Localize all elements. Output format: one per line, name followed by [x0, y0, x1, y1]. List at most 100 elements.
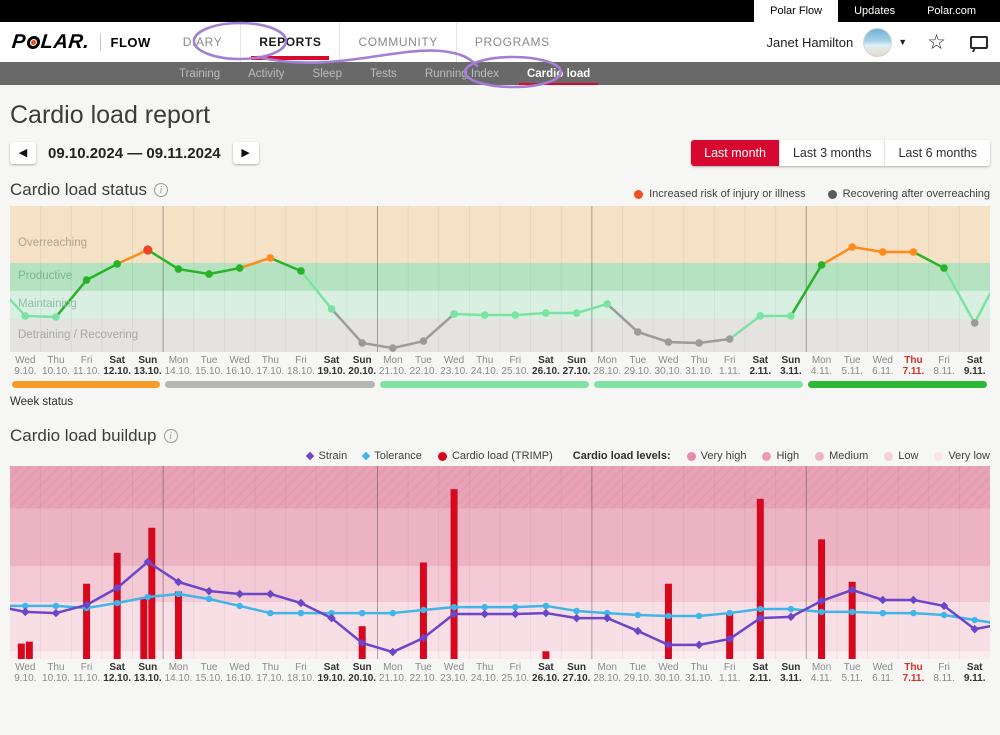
date-navigation: ◀ 09.10.2024 — 09.11.2024 ▶ Last month L… — [10, 140, 990, 166]
nav-item-programs[interactable]: PROGRAMS — [456, 22, 568, 62]
logo-period: . — [82, 31, 90, 54]
week-status-segment — [165, 381, 374, 388]
day-label: Sun20.10. — [347, 355, 378, 377]
day-label: Sat26.10. — [531, 355, 562, 377]
day-label: Tue29.10. — [623, 662, 654, 684]
day-label: Tue15.10. — [194, 662, 225, 684]
week-status-segment — [12, 381, 160, 388]
day-label: Thu7.11. — [898, 662, 929, 684]
day-label: Tue22.10. — [408, 662, 439, 684]
nav-item-community[interactable]: COMMUNITY — [339, 22, 455, 62]
logo-text-rest: LAR — [40, 31, 85, 54]
polar-flow-app: Polar Flow Updates Polar.com P LAR. FLOW … — [0, 0, 1000, 735]
day-label: Sat12.10. — [102, 355, 133, 377]
status-chart-x-axis: Wed9.10.Thu10.10.Fri11.10.Sat12.10.Sun13… — [10, 355, 990, 377]
day-label: Thu24.10. — [469, 355, 500, 377]
avatar[interactable] — [863, 28, 892, 57]
level-low-dot-icon — [884, 452, 893, 461]
nav-item-diary[interactable]: DIARY — [165, 22, 240, 62]
level-very-low-dot-icon — [934, 452, 943, 461]
buildup-section-header: Cardio load buildup i — [10, 426, 990, 446]
subnav-training[interactable]: Training — [165, 62, 234, 85]
injury-risk-dot-icon — [634, 190, 643, 199]
chevron-down-icon[interactable]: ▼ — [898, 37, 907, 47]
day-label: Fri25.10. — [500, 355, 531, 377]
day-label: Fri25.10. — [500, 662, 531, 684]
buildup-chart-x-axis: Wed9.10.Thu10.10.Fri11.10.Sat12.10.Sun13… — [10, 662, 990, 684]
reports-subnav: Training Activity Sleep Tests Running In… — [0, 62, 1000, 85]
toptab-polar-com[interactable]: Polar.com — [911, 0, 992, 22]
day-label: Tue15.10. — [194, 355, 225, 377]
next-period-button[interactable]: ▶ — [233, 142, 259, 164]
last-6-months-button[interactable]: Last 6 months — [884, 140, 990, 166]
subnav-running-index[interactable]: Running Index — [411, 62, 513, 85]
day-label: Thu17.10. — [255, 662, 286, 684]
day-label: Sat2.11. — [745, 662, 776, 684]
day-label: Sun27.10. — [561, 355, 592, 377]
day-label: Fri1.11. — [714, 355, 745, 377]
buildup-section-title: Cardio load buildup i — [10, 426, 178, 446]
toptab-updates[interactable]: Updates — [838, 0, 911, 22]
subnav-tests[interactable]: Tests — [356, 62, 411, 85]
day-label: Sun3.11. — [776, 662, 807, 684]
last-month-button[interactable]: Last month — [691, 140, 779, 166]
day-label: Sat12.10. — [102, 662, 133, 684]
range-button-group: Last month Last 3 months Last 6 months — [691, 140, 990, 166]
day-label: Sat2.11. — [745, 355, 776, 377]
day-label: Tue5.11. — [837, 355, 868, 377]
logo-o-icon — [26, 36, 40, 49]
feedback-bubble-icon[interactable] — [970, 36, 988, 49]
day-label: Sat26.10. — [531, 662, 562, 684]
page-content: Cardio load report ◀ 09.10.2024 — 09.11.… — [0, 101, 1000, 684]
day-label: Mon28.10. — [592, 355, 623, 377]
tolerance-marker-icon — [362, 452, 370, 460]
level-medium-dot-icon — [815, 452, 824, 461]
main-header: P LAR. FLOW DIARY REPORTS COMMUNITY PROGR… — [0, 22, 1000, 62]
site-topbar: Polar Flow Updates Polar.com — [0, 0, 1000, 22]
day-label: Mon21.10. — [378, 662, 409, 684]
day-label: Fri11.10. — [71, 355, 102, 377]
day-label: Sun13.10. — [133, 662, 164, 684]
day-label: Fri8.11. — [929, 662, 960, 684]
favorite-star-icon[interactable]: ☆ — [927, 30, 946, 55]
recovering-dot-icon — [828, 190, 837, 199]
prev-period-button[interactable]: ◀ — [10, 142, 36, 164]
level-very-high-dot-icon — [687, 452, 696, 461]
cardio-load-levels-label: Cardio load levels: — [573, 450, 671, 462]
week-status-segment — [808, 381, 987, 388]
info-icon[interactable]: i — [164, 429, 178, 443]
day-label: Wed9.10. — [10, 662, 41, 684]
day-label: Thu24.10. — [469, 662, 500, 684]
day-label: Mon14.10. — [163, 662, 194, 684]
week-status-segment — [594, 381, 803, 388]
subnav-cardio-load[interactable]: Cardio load — [513, 62, 604, 85]
day-label: Thu10.10. — [41, 355, 72, 377]
day-label: Wed16.10. — [224, 355, 255, 377]
day-label: Mon21.10. — [378, 355, 409, 377]
user-name[interactable]: Janet Hamilton — [767, 35, 854, 50]
buildup-legend: Strain Tolerance Cardio load (TRIMP) Car… — [10, 450, 990, 462]
day-label: Tue29.10. — [623, 355, 654, 377]
status-section-title: Cardio load status i — [10, 180, 168, 200]
day-label: Sat19.10. — [316, 662, 347, 684]
day-label: Wed16.10. — [224, 662, 255, 684]
polar-logo[interactable]: P LAR. — [11, 31, 91, 54]
day-label: Wed30.10. — [653, 662, 684, 684]
toptab-polar-flow[interactable]: Polar Flow — [754, 0, 838, 22]
info-icon[interactable]: i — [154, 183, 168, 197]
nav-item-reports[interactable]: REPORTS — [240, 22, 339, 62]
user-area: Janet Hamilton ▼ ☆ — [767, 22, 988, 62]
cardio-load-buildup-chart — [10, 466, 990, 659]
week-status-label: Week status — [10, 396, 990, 408]
subnav-sleep[interactable]: Sleep — [299, 62, 356, 85]
product-name: FLOW — [111, 35, 151, 50]
subnav-activity[interactable]: Activity — [234, 62, 298, 85]
day-label: Fri1.11. — [714, 662, 745, 684]
day-label: Wed23.10. — [439, 355, 470, 377]
day-label: Sat9.11. — [959, 355, 990, 377]
day-label: Sun20.10. — [347, 662, 378, 684]
last-3-months-button[interactable]: Last 3 months — [779, 140, 885, 166]
day-label: Wed23.10. — [439, 662, 470, 684]
week-status-bar — [10, 381, 990, 389]
logo-text-p: P — [11, 31, 27, 54]
